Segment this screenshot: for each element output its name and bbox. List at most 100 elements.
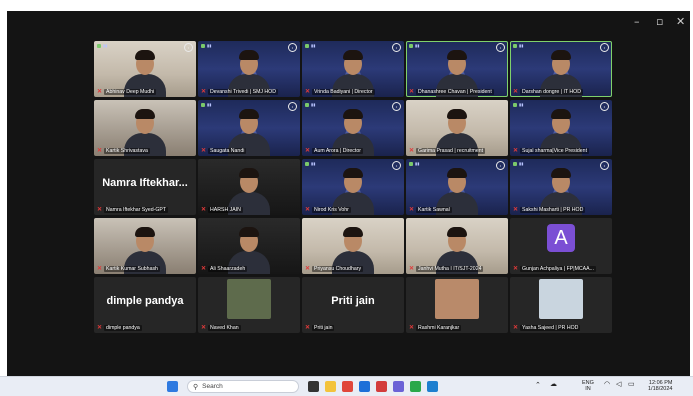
shield-icon <box>97 43 101 48</box>
participant-tile[interactable]: ✕ Janhvi Mutha I IT/SJT-2024 <box>406 218 508 274</box>
participant-name-label: ✕ Naved Khan <box>201 325 297 331</box>
participant-name-label: ✕ Namra Iftekhar Syed-GPT <box>97 207 193 213</box>
more-options-icon[interactable]: • <box>288 102 297 111</box>
participant-tile[interactable]: ✕ Garima Prasad | recruitment <box>406 100 508 156</box>
mic-muted-icon: ✕ <box>97 325 103 331</box>
participant-tile[interactable]: ▮▮ • ✕ Sujal sharma|Vice President <box>510 100 612 156</box>
more-options-icon[interactable]: • <box>600 102 609 111</box>
participant-tile[interactable]: ✕ Yasha Sajeed | PR HOD <box>510 277 612 333</box>
participant-name-label: ✕ Janhvi Mutha I IT/SJT-2024 <box>409 266 505 272</box>
language-indicator[interactable]: ENG IN <box>582 380 594 392</box>
participant-name-label: ✕ Sakshi Masharti | PR HOD <box>513 207 609 213</box>
chevron-up-icon[interactable]: ⌃ <box>535 382 541 389</box>
app-green-icon[interactable] <box>410 381 421 392</box>
mic-muted-icon: ✕ <box>409 266 415 272</box>
signal-icon: ▮▮ <box>207 43 212 48</box>
participant-name: Naved Khan <box>208 325 241 331</box>
taskbar-search[interactable]: ⚲ Search <box>187 380 299 393</box>
participant-name: Priti jain <box>312 325 335 331</box>
shield-icon <box>513 102 517 107</box>
teams-icon[interactable] <box>393 381 404 392</box>
more-options-icon[interactable]: • <box>600 43 609 52</box>
participant-name: Yasha Sajeed | PR HOD <box>520 325 581 331</box>
signal-icon: ▮▮ <box>519 161 524 166</box>
participant-tile[interactable]: ▮▮ • ✕ Dhanashree Chavan | President <box>406 41 508 97</box>
mic-muted-icon: ✕ <box>409 207 415 213</box>
participant-tile[interactable]: ✕ Rashmi Karanjkar <box>406 277 508 333</box>
more-options-icon[interactable]: • <box>392 161 401 170</box>
participant-tile[interactable]: ▮▮ • ✕ Abhinav Deep Mudhi <box>94 41 196 97</box>
volume-icon[interactable]: ◁ <box>616 381 621 388</box>
more-options-icon[interactable]: • <box>600 161 609 170</box>
mic-muted-icon: ✕ <box>409 148 415 154</box>
cloud-icon[interactable]: ☁ <box>550 381 557 388</box>
profile-picture <box>227 279 271 319</box>
participant-tile[interactable]: ▮▮ • ✕ Aum Arora | Director <box>302 100 404 156</box>
participant-tile[interactable]: A ✕ Gunjan Achpaliya | FP|MCAA... <box>510 218 612 274</box>
signal-icon: ▮▮ <box>415 43 420 48</box>
status-icons: ▮▮ <box>409 161 419 166</box>
participant-name-label: ✕ Garima Prasad | recruitment <box>409 148 505 154</box>
edge-icon[interactable] <box>427 381 438 392</box>
file-explorer-icon[interactable] <box>325 381 336 392</box>
more-options-icon[interactable]: • <box>496 161 505 170</box>
app-blue-icon[interactable] <box>359 381 370 392</box>
mic-muted-icon: ✕ <box>97 266 103 272</box>
mic-muted-icon: ✕ <box>513 266 519 272</box>
participant-tile[interactable]: ▮▮ • ✕ Vrinda Badiyani | Director <box>302 41 404 97</box>
maximize-button[interactable]: ▫ <box>656 15 663 28</box>
shield-icon <box>305 102 309 107</box>
participant-name: Gunjan Achpaliya | FP|MCAA... <box>520 266 596 272</box>
signal-icon: ▮▮ <box>311 102 316 107</box>
participant-tile[interactable]: ▮▮ • ✕ Nirod Kris Vohr <box>302 159 404 215</box>
participant-display-name: dimple pandya <box>106 295 184 307</box>
participant-tile[interactable]: ✕ Kartik Kumar Subhash <box>94 218 196 274</box>
participant-display-name: Namra Iftekhar... <box>102 177 188 189</box>
minimize-button[interactable]: – <box>634 15 640 28</box>
close-button[interactable]: ✕ <box>676 15 685 28</box>
participant-name-label: ✕ Aum Arora | Director <box>305 148 401 154</box>
participant-name-label: ✕ HARSH JAIN <box>201 207 297 213</box>
participant-name-label: ✕ Ali Shaarzadeh <box>201 266 297 272</box>
participant-name-label: ✕ Abhinav Deep Mudhi <box>97 89 193 95</box>
participant-tile[interactable]: ✕ Kartik Shrivastava <box>94 100 196 156</box>
status-icons: ▮▮ <box>513 161 523 166</box>
participant-name-label: ✕ Sujal sharma|Vice President <box>513 148 609 154</box>
participant-name: Abhinav Deep Mudhi <box>104 89 157 95</box>
mic-muted-icon: ✕ <box>513 207 519 213</box>
more-options-icon[interactable]: • <box>184 43 193 52</box>
participant-tile[interactable]: dimple pandya ✕ dimple pandya <box>94 277 196 333</box>
participant-tile[interactable]: ▮▮ • ✕ Kartik Sawnal <box>406 159 508 215</box>
participant-tile[interactable]: ▮▮ • ✕ Saugata Nandi <box>198 100 300 156</box>
more-options-icon[interactable]: • <box>392 43 401 52</box>
participant-tile[interactable]: ✕ Ali Shaarzadeh <box>198 218 300 274</box>
status-icons: ▮▮ <box>305 43 315 48</box>
participant-name-label: ✕ Kartik Kumar Subhash <box>97 266 193 272</box>
battery-icon[interactable]: ▭ <box>628 381 635 388</box>
participant-name: Nirod Kris Vohr <box>312 207 351 213</box>
chrome-icon[interactable] <box>342 381 353 392</box>
participant-name: Kartik Kumar Subhash <box>104 266 160 272</box>
app-red-icon[interactable] <box>376 381 387 392</box>
participant-tile[interactable]: Namra Iftekhar... ✕ Namra Iftekhar Syed-GP… <box>94 159 196 215</box>
participant-name-label: ✕ Rashmi Karanjkar <box>409 325 505 331</box>
clock[interactable]: 12:06 PM 1/18/2024 <box>648 380 672 392</box>
more-options-icon[interactable]: • <box>288 43 297 52</box>
profile-picture <box>539 279 583 319</box>
signal-icon: ▮▮ <box>207 102 212 107</box>
participant-tile[interactable]: ✕ Naved Khan <box>198 277 300 333</box>
participant-tile[interactable]: ▮▮ • ✕ Darshan dongre | IT HOD <box>510 41 612 97</box>
signal-icon: ▮▮ <box>415 161 420 166</box>
participant-name: Namra Iftekhar Syed-GPT <box>104 207 168 213</box>
windows-start-icon[interactable] <box>167 381 178 392</box>
more-options-icon[interactable]: • <box>392 102 401 111</box>
participant-tile[interactable]: ▮▮ • ✕ Sakshi Masharti | PR HOD <box>510 159 612 215</box>
wifi-icon[interactable]: ◠ <box>604 381 610 388</box>
participant-tile[interactable]: ✕ HARSH JAIN <box>198 159 300 215</box>
more-options-icon[interactable]: • <box>496 43 505 52</box>
participant-tile[interactable]: Priti jain ✕ Priti jain <box>302 277 404 333</box>
task-view-icon[interactable] <box>308 381 319 392</box>
participant-tile[interactable]: ✕ Priyansu Choudhary <box>302 218 404 274</box>
mic-muted-icon: ✕ <box>201 325 207 331</box>
participant-tile[interactable]: ▮▮ • ✕ Devanshi Trivedi | SMJ HOD <box>198 41 300 97</box>
